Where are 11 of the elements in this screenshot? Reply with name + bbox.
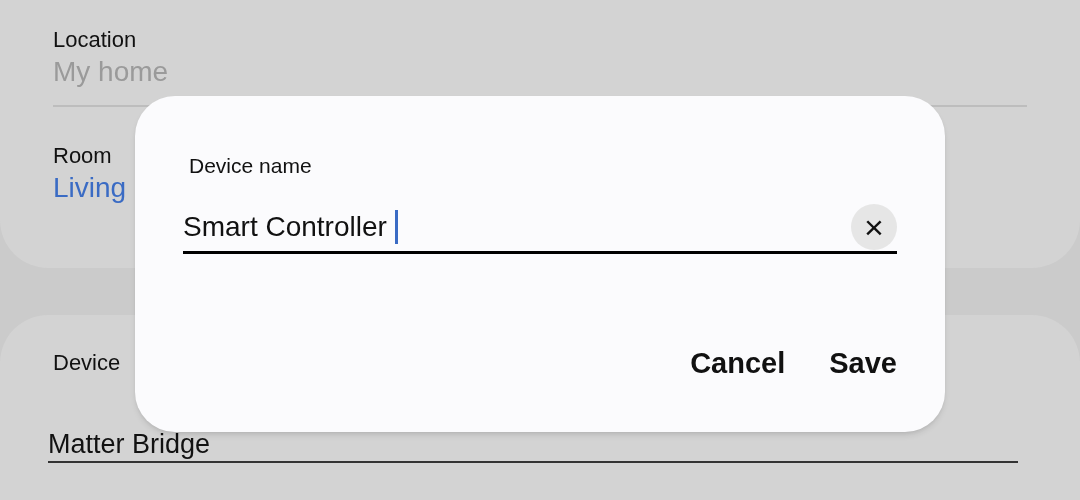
text-cursor xyxy=(394,209,398,244)
room-label: Room xyxy=(53,142,112,170)
name-input-field[interactable]: Smart Controller × xyxy=(183,202,897,254)
device-label: Device xyxy=(53,349,121,377)
save-button[interactable]: Save xyxy=(829,342,897,386)
location-label: Location xyxy=(53,26,138,54)
room-value: Living xyxy=(53,171,127,205)
location-value: My home xyxy=(53,55,170,89)
clear-button[interactable]: × xyxy=(851,203,897,250)
dialog-label: Device name xyxy=(189,153,312,179)
cancel-button[interactable]: Cancel xyxy=(690,342,786,386)
